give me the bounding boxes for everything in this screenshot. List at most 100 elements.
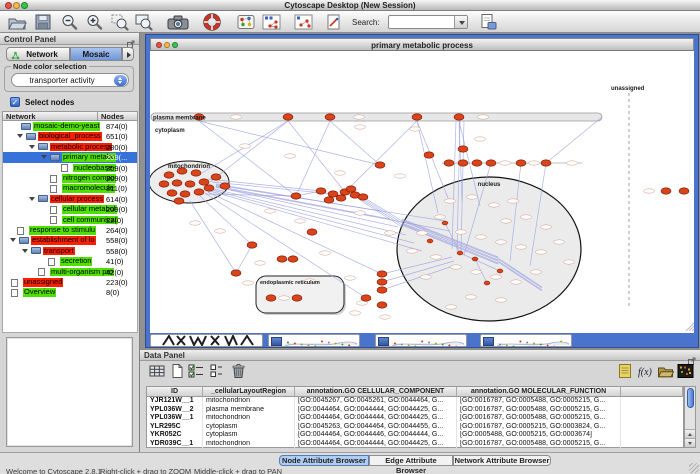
network-node[interactable] [458,146,468,152]
minimized-window[interactable] [480,334,572,347]
network-node[interactable] [541,160,551,166]
network-node[interactable] [292,295,302,301]
network-node[interactable] [324,197,334,203]
network-node[interactable] [454,114,464,120]
tree-expand-arrow[interactable] [29,145,35,149]
tab-network-attribute-browser[interactable]: Network Attribute Browser [453,455,551,466]
network-window[interactable]: primary metabolic process plasma membran… [145,34,699,348]
network-node[interactable] [375,162,385,168]
network-node[interactable] [316,188,326,194]
network-node[interactable] [191,170,201,176]
birdseye-view[interactable] [6,337,133,447]
table-row[interactable]: YPL036W__2plasma membrane[GO:0044464, GO… [147,406,683,415]
network-node[interactable] [174,198,184,204]
scroll-down-arrow[interactable] [685,438,695,447]
network-node[interactable] [291,193,301,199]
network-node[interactable] [458,160,468,166]
tree-row[interactable]: Overview8(0) [3,287,138,297]
network-node[interactable] [307,229,317,235]
network-node[interactable] [336,195,346,201]
network-node-small[interactable] [442,221,448,225]
delete-attribute-icon[interactable] [230,363,247,379]
network-node-small[interactable] [457,251,463,255]
network-node[interactable] [288,256,298,262]
table-row[interactable]: YLR295Ccytoplasm[GO:0045263, GO:0044464,… [147,423,683,432]
network-node[interactable] [194,189,204,195]
scroll-up-arrow[interactable] [685,429,695,438]
tree-row[interactable]: nucleobase-209(0) [3,163,138,173]
tree-row[interactable]: primary metabo209(... [3,152,138,162]
network-node[interactable] [377,271,387,277]
tree-row[interactable]: macromolecule311(0) [3,183,138,193]
tree-row[interactable]: secretion41(0) [3,256,138,266]
help-ring-icon[interactable] [202,13,222,31]
network-node-small[interactable] [484,281,490,285]
network-node[interactable] [377,302,387,308]
combo-stepper-icon[interactable] [114,75,127,86]
tree-expand-arrow[interactable] [10,238,16,242]
tree-row[interactable]: cellular metabol209(0) [3,204,138,214]
tree-row[interactable]: nitrogen compo209(0) [3,173,138,183]
search-dropdown-arrow[interactable] [454,16,467,28]
network-node[interactable] [661,188,671,194]
float-panel-icon[interactable] [127,35,135,43]
zoom-out-icon[interactable] [60,13,80,31]
table-row[interactable]: YDR039C__1mitochondrion[GO:0044464, GO:0… [147,440,683,449]
save-session-icon[interactable] [33,13,53,31]
tree-row[interactable]: cell communicat22(0) [3,215,138,225]
network-node[interactable] [679,188,689,194]
minimized-window-icon[interactable] [483,337,494,346]
network-node-small[interactable] [427,239,433,243]
network-node[interactable] [377,279,387,285]
network-node[interactable] [159,181,169,187]
tree-row[interactable]: response to stimulu264(0) [3,225,138,235]
tree-column-network[interactable]: Network [2,111,98,121]
snapshot-icon[interactable] [166,13,190,31]
select-nodes-checkbox[interactable]: ✓ [10,97,20,107]
annotation-icon[interactable] [324,13,344,31]
window-resize-grip[interactable] [689,463,699,473]
matrix-icon[interactable] [677,363,694,379]
network-node[interactable] [377,287,387,293]
network-node[interactable] [180,191,190,197]
tree-row[interactable]: transport558(0) [3,246,138,256]
network-node[interactable] [185,181,195,187]
tree-row[interactable]: multi-organism pro42(0) [3,267,138,277]
network-node-small[interactable] [497,269,503,273]
import-table-icon[interactable] [478,13,498,31]
network-node[interactable] [167,190,177,196]
network-node[interactable] [486,160,496,166]
network-node[interactable] [164,172,174,178]
minimized-window[interactable] [150,334,263,347]
open-attribute-icon[interactable] [657,363,674,379]
tree-row[interactable]: unassigned223(0) [3,277,138,287]
table-row[interactable]: YKR052Ccytoplasm[GO:0044464, GO:0044446,… [147,431,683,440]
network-node[interactable] [361,295,371,301]
float-data-panel-icon[interactable] [688,352,696,360]
minimized-window[interactable] [268,334,360,347]
minimized-window[interactable] [375,334,467,347]
network-node-small[interactable] [472,257,478,261]
table-scrollbar[interactable] [684,386,696,448]
attribute-grid-icon[interactable] [149,363,166,379]
minimized-window-icon[interactable] [378,337,389,346]
network-node[interactable] [220,183,230,189]
tree-expand-arrow[interactable] [41,155,47,159]
network-node[interactable] [346,186,356,192]
tree-column-nodes[interactable]: Nodes [97,111,138,121]
table-column-header[interactable]: annotation.GO MOLECULAR_FUNCTION [457,387,621,397]
network-node[interactable] [325,114,335,120]
tab-node-attribute-browser[interactable]: Node Attribute Browser [279,455,369,466]
node-color-select[interactable]: transporter activity [11,73,129,87]
network-node[interactable] [444,160,454,166]
tree-row[interactable]: mosaic-demo-yeast874(0) [3,121,138,131]
mosaic-colors-icon[interactable] [236,13,256,31]
network-node[interactable] [199,179,209,185]
network-window-titlebar[interactable]: primary metabolic process [150,38,694,51]
network-node[interactable] [472,160,482,166]
tab-edge-attribute-browser[interactable]: Edge Attribute Browser [369,455,453,466]
tree-row[interactable]: establishment of lo558(0) [3,235,138,245]
table-row[interactable]: YPL036W__1mitochondrion[GO:0044464, GO:0… [147,414,683,423]
network-node[interactable] [247,242,257,248]
table-column-header[interactable]: annotation.GO CELLULAR_COMPONENT [295,387,457,397]
